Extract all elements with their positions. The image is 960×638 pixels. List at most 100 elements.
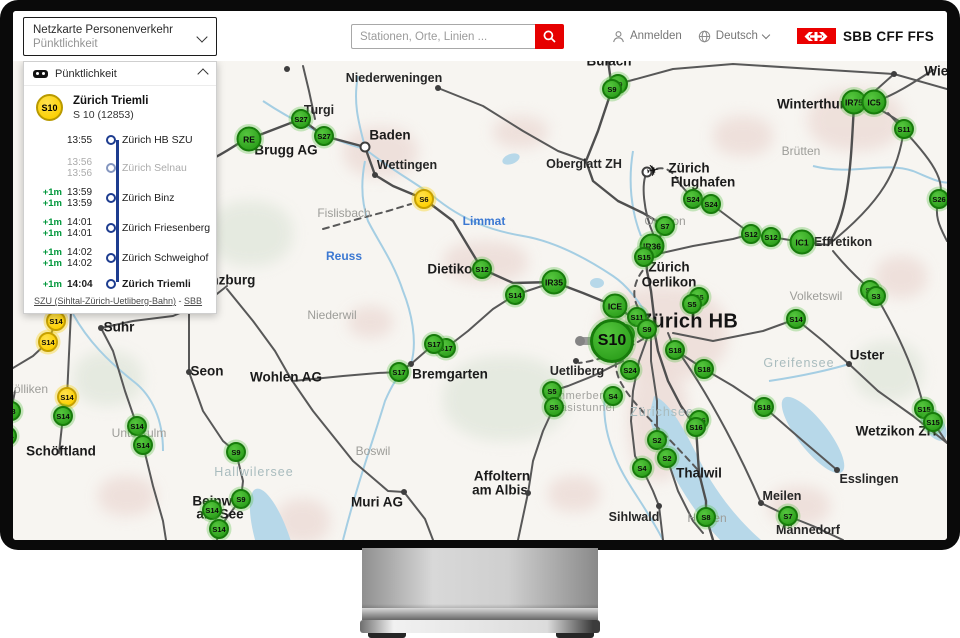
time-value: 13:59 — [67, 198, 92, 209]
line-badge-s14[interactable]: S14 — [505, 285, 525, 305]
line-badge-s16[interactable]: S16 — [686, 417, 706, 437]
map-label: Wettingen — [377, 158, 437, 172]
panel-title: Pünktlichkeit — [55, 68, 192, 80]
monitor-foot — [368, 633, 406, 638]
station-dot — [284, 66, 290, 72]
station-dot — [834, 467, 840, 473]
line-badge-s6[interactable]: S6 — [414, 189, 434, 209]
line-badge-s7[interactable]: S7 — [778, 506, 798, 526]
line-badge-s14[interactable]: S14 — [38, 332, 58, 352]
line-badge-s17[interactable]: S17 — [389, 362, 409, 382]
map-label: Niederweningen — [346, 71, 443, 85]
stop-row: +1m+1m13:5913:59Zürich Binz — [32, 186, 212, 210]
delay-value: +1m — [43, 258, 62, 269]
map-label: Wiesendangen — [924, 64, 947, 79]
line-badge-s9[interactable]: S9 — [231, 489, 251, 509]
line-badge-s11[interactable]: S11 — [894, 119, 914, 139]
map-label: Reuss — [326, 249, 362, 263]
stop-node — [104, 279, 118, 289]
stop-delay: +1m+1m — [32, 217, 62, 239]
line-badge-s2[interactable]: S2 — [647, 430, 667, 450]
map-label: Suhr — [104, 320, 135, 335]
language-label: Deutsch — [716, 30, 758, 42]
line-badge-s14[interactable]: S14 — [202, 500, 222, 520]
line-badge-s12[interactable]: S12 — [741, 224, 761, 244]
line-badge-s18[interactable]: S18 — [754, 397, 774, 417]
line-badge-s27[interactable]: S27 — [314, 126, 334, 146]
line-badge-s9[interactable]: S9 — [226, 442, 246, 462]
line-badge-s14[interactable]: S14 — [127, 416, 147, 436]
line-badge-s3[interactable]: S3 — [866, 286, 886, 306]
line-badge-s14[interactable]: S14 — [133, 435, 153, 455]
line-badge-ice[interactable]: ICE — [603, 294, 628, 319]
train-destination: Zürich Triemli — [73, 94, 148, 108]
stop-time: 13:5913:59 — [67, 187, 104, 209]
monitor-bezel: BülachNiederweningenWiesendangenWinterth… — [0, 0, 960, 550]
map-label: Zürichsee — [630, 405, 694, 419]
station-dot — [525, 490, 531, 496]
line-badge-s8[interactable]: S8 — [696, 507, 716, 527]
line-badge-s24[interactable]: S24 — [620, 360, 640, 380]
line-badge-s24[interactable]: S24 — [683, 189, 703, 209]
delay-value: +1m — [43, 279, 62, 290]
map-label: Boswil — [356, 444, 391, 458]
line-badge-s5[interactable]: S5 — [682, 294, 702, 314]
line-badge-s14[interactable]: S14 — [53, 406, 73, 426]
map-label: Limmat — [463, 214, 506, 228]
panel-footer-link[interactable]: SBB — [184, 296, 202, 306]
map-label: Winterthur — [777, 97, 845, 112]
line-badge-ir35[interactable]: IR35 — [542, 270, 567, 295]
line-badge-s12[interactable]: S12 — [761, 227, 781, 247]
stop-node — [104, 253, 118, 263]
timeline-node — [106, 135, 116, 145]
layer-select-dropdown[interactable]: Netzkarte Personenverkehr Pünktlichkeit — [23, 17, 217, 56]
stop-name: Zürich Friesenberg — [122, 222, 210, 234]
line-badge-s15[interactable]: S15 — [923, 412, 943, 432]
line-badge-s9[interactable]: S9 — [602, 79, 622, 99]
screen: BülachNiederweningenWiesendangenWinterth… — [13, 11, 947, 540]
stop-time: 14:0114:01 — [67, 217, 104, 239]
search-button[interactable] — [535, 24, 564, 49]
monitor-stand-shadow — [362, 604, 598, 620]
map-label: am Albis — [472, 483, 528, 498]
line-badge-s17[interactable]: S17 — [424, 334, 444, 354]
panel-header[interactable]: Pünktlichkeit — [24, 62, 216, 86]
line-badge-s14[interactable]: S14 — [46, 311, 66, 331]
panel-footer-link[interactable]: SZU (Sihltal-Zürich-Uetliberg-Bahn) — [34, 296, 176, 306]
line-badge-s4[interactable]: S4 — [632, 458, 652, 478]
map-label: Schöftland — [26, 444, 96, 459]
timeline-node — [106, 279, 116, 289]
line-badge-s7[interactable]: S7 — [655, 216, 675, 236]
line-badge-s14[interactable]: S14 — [786, 309, 806, 329]
line-badge-s24[interactable]: S24 — [701, 194, 721, 214]
line-badge-s2[interactable]: S2 — [657, 448, 677, 468]
time-value: 13:59 — [67, 187, 92, 198]
delay-value: +1m — [43, 198, 62, 209]
timeline-node — [106, 193, 116, 203]
line-badge-s10[interactable]: S10 — [590, 319, 634, 363]
delay-value: +1m — [43, 228, 62, 239]
line-badge-ic1[interactable]: IC1 — [790, 230, 815, 255]
stop-row: +1m14:04Zürich Triemli — [32, 276, 212, 292]
line-badge-s18[interactable]: S18 — [665, 340, 685, 360]
line-badge-s18[interactable]: S18 — [694, 359, 714, 379]
line-badge-s14[interactable]: S14 — [209, 519, 229, 539]
line-badge-s4[interactable]: S4 — [603, 386, 623, 406]
line-badge-s27[interactable]: S27 — [291, 109, 311, 129]
delay-value: +1m — [43, 217, 62, 228]
line-badge-ic5[interactable]: IC5 — [862, 90, 887, 115]
stop-name: Zürich HB SZU — [122, 134, 193, 146]
line-badge-s9[interactable]: S9 — [637, 319, 657, 339]
line-badge-re[interactable]: RE — [237, 127, 262, 152]
login-link[interactable]: Anmelden — [612, 30, 682, 43]
line-badge-s14[interactable]: S14 — [57, 387, 77, 407]
language-selector[interactable]: Deutsch — [698, 30, 769, 43]
timeline-node — [106, 223, 116, 233]
stop-name: Zürich Selnau — [122, 162, 187, 174]
line-badge-s15[interactable]: S15 — [634, 247, 654, 267]
panel-footer: SZU (Sihltal-Zürich-Uetliberg-Bahn) - SB… — [34, 296, 202, 306]
line-badge-s5[interactable]: S5 — [544, 397, 564, 417]
search-input[interactable] — [351, 24, 535, 49]
line-badge-s26[interactable]: S26 — [929, 189, 947, 209]
line-badge-s12[interactable]: S12 — [472, 259, 492, 279]
